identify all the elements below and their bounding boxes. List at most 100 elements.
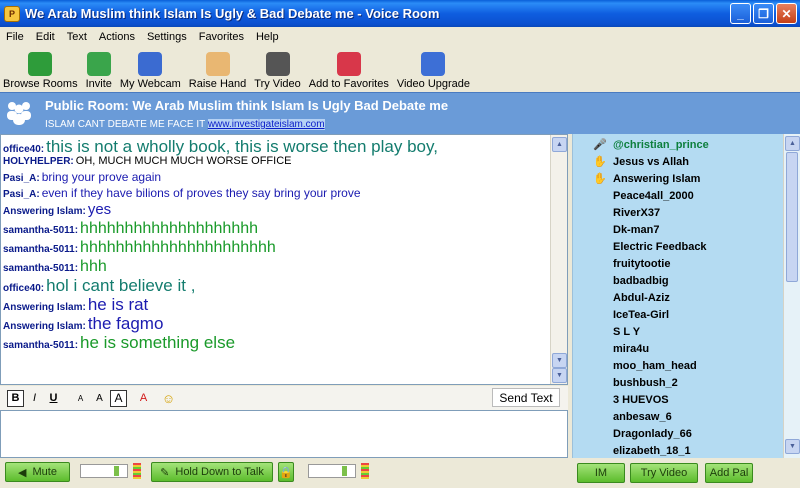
chat-username[interactable]: samantha-5011: bbox=[3, 244, 78, 255]
try-video-button[interactable]: Try Video bbox=[630, 463, 698, 483]
message-input[interactable] bbox=[0, 410, 568, 458]
chat-username[interactable]: HOLYHELPER: bbox=[3, 156, 74, 167]
user-list-item[interactable]: fruitytootie bbox=[573, 255, 783, 272]
text-color-button[interactable]: A bbox=[135, 390, 152, 407]
add-pal-button[interactable]: Add Pal bbox=[705, 463, 753, 483]
user-list-item[interactable]: RiverX37 bbox=[573, 204, 783, 221]
toolbar-add-to-favorites-button[interactable]: Add to Favorites bbox=[309, 52, 389, 92]
user-list-item[interactable]: Peace4all_2000 bbox=[573, 187, 783, 204]
user-name: IceTea-Girl bbox=[613, 308, 670, 321]
user-list-item[interactable]: Electric Feedback bbox=[573, 238, 783, 255]
user-list-item[interactable]: badbadbig bbox=[573, 272, 783, 289]
user-name: moo_ham_head bbox=[613, 359, 697, 372]
user-list: 🎤 @christian_prince ✋ Jesus vs Allah ✋ Answer… bbox=[573, 136, 783, 459]
bottom-bar: ◀ Mute ✎ Hold Down to Talk 🔒 IM Try Vide… bbox=[0, 458, 800, 488]
chat-text: he is something else bbox=[80, 333, 236, 352]
user-scroll-down-icon[interactable]: ▼ bbox=[785, 439, 800, 454]
im-button[interactable]: IM bbox=[577, 463, 625, 483]
mute-button[interactable]: ◀ Mute bbox=[5, 462, 70, 482]
chat-username[interactable]: Pasi_A: bbox=[3, 189, 40, 200]
toolbar-try-video-button[interactable]: Try Video bbox=[254, 52, 301, 92]
user-scroll-thumb[interactable] bbox=[786, 152, 798, 282]
scroll-down-alt-icon[interactable]: ▼ bbox=[552, 353, 567, 368]
toolbar-label: My Webcam bbox=[119, 78, 181, 90]
menu-file[interactable]: File bbox=[0, 31, 30, 43]
mic-slider[interactable] bbox=[308, 464, 356, 478]
chat-username[interactable]: Answering Islam: bbox=[3, 206, 86, 217]
user-scroll-up-icon[interactable]: ▲ bbox=[785, 136, 800, 151]
chat-username[interactable]: Answering Islam: bbox=[3, 302, 86, 313]
chat-username[interactable]: Pasi_A: bbox=[3, 173, 40, 184]
user-list-item[interactable]: anbesaw_6 bbox=[573, 408, 783, 425]
font-small-button[interactable]: A bbox=[72, 390, 89, 407]
people-icon bbox=[28, 52, 53, 76]
menu-text[interactable]: Text bbox=[61, 31, 93, 43]
toolbar-video-upgrade-button[interactable]: Video Upgrade bbox=[397, 52, 470, 92]
user-list-item[interactable]: 🎤 @christian_prince bbox=[573, 136, 783, 153]
user-list-item[interactable]: Abdul-Aziz bbox=[573, 289, 783, 306]
mic-knob[interactable] bbox=[342, 466, 347, 476]
toolbar-invite-button[interactable]: Invite bbox=[86, 52, 112, 92]
chat-message: Answering Islam: yes bbox=[3, 202, 548, 221]
menu-help[interactable]: Help bbox=[250, 31, 285, 43]
volume-knob[interactable] bbox=[114, 466, 119, 476]
toolbar-browse-rooms-button[interactable]: Browse Rooms bbox=[3, 52, 78, 92]
maximize-button[interactable]: ❐ bbox=[753, 3, 774, 24]
user-list-item[interactable]: 3 HUEVOS bbox=[573, 391, 783, 408]
user-list-item[interactable]: Dk-man7 bbox=[573, 221, 783, 238]
user-list-item[interactable]: ✋ Answering Islam bbox=[573, 170, 783, 187]
menu-settings[interactable]: Settings bbox=[141, 31, 193, 43]
user-list-scrollbar[interactable]: ▲ ▼ bbox=[783, 134, 800, 458]
lock-icon: 🔒 bbox=[279, 466, 293, 479]
chat-text: OH, MUCH MUCH MUCH WORSE OFFICE bbox=[75, 155, 292, 167]
user-list-item[interactable]: mira4u bbox=[573, 340, 783, 357]
send-text-button[interactable]: Send Text bbox=[492, 388, 560, 407]
minimize-button[interactable]: _ bbox=[730, 3, 751, 24]
underline-button[interactable]: U bbox=[45, 390, 62, 407]
user-list-item[interactable]: elizabeth_18_1 bbox=[573, 442, 783, 459]
close-button[interactable]: ✕ bbox=[776, 3, 797, 24]
toolbar-my-webcam-button[interactable]: My Webcam bbox=[120, 52, 181, 92]
user-list-item[interactable]: bushbush_2 bbox=[573, 374, 783, 391]
format-toolbar: B I U A A A A ☺ Send Text bbox=[0, 386, 568, 410]
room-link[interactable]: www.investigateislam.com bbox=[207, 119, 325, 130]
user-list-item[interactable]: Dragonlady_66 bbox=[573, 425, 783, 442]
scroll-up-icon[interactable]: ▲ bbox=[552, 137, 567, 152]
user-list-item[interactable]: moo_ham_head bbox=[573, 357, 783, 374]
user-name: Peace4all_2000 bbox=[613, 189, 694, 202]
font-large-button[interactable]: A bbox=[110, 389, 127, 407]
user-list-item[interactable]: IceTea-Girl bbox=[573, 306, 783, 323]
user-name: Abdul-Aziz bbox=[613, 291, 670, 304]
user-list-item[interactable]: S L Y bbox=[573, 323, 783, 340]
menu-actions[interactable]: Actions bbox=[93, 31, 141, 43]
room-title: Public Room: We Arab Muslim think Islam … bbox=[45, 98, 449, 113]
volume-slider[interactable] bbox=[80, 464, 128, 478]
chat-username[interactable]: samantha-5011: bbox=[3, 340, 78, 351]
chat-username[interactable]: Answering Islam: bbox=[3, 321, 86, 332]
font-medium-button[interactable]: A bbox=[91, 390, 108, 407]
chat-log[interactable]: office40: this is not a wholly book, this… bbox=[0, 134, 568, 385]
hold-to-talk-button[interactable]: ✎ Hold Down to Talk bbox=[151, 462, 273, 482]
chat-username[interactable]: office40: bbox=[3, 283, 44, 294]
user-name: badbadbig bbox=[613, 274, 669, 287]
microphone-icon: 🎤 bbox=[593, 139, 607, 151]
user-name: Jesus vs Allah bbox=[613, 155, 690, 168]
user-name: mira4u bbox=[613, 342, 650, 355]
chat-username[interactable]: samantha-5011: bbox=[3, 225, 78, 236]
bold-button[interactable]: B bbox=[7, 389, 24, 407]
toolbar-raise-hand-button[interactable]: Raise Hand bbox=[189, 52, 246, 92]
chat-message: samantha-5011: he is something else bbox=[3, 333, 548, 354]
emoticon-icon[interactable]: ☺ bbox=[160, 390, 177, 407]
menu-favorites[interactable]: Favorites bbox=[193, 31, 250, 43]
menu-edit[interactable]: Edit bbox=[30, 31, 61, 43]
group-icon bbox=[4, 98, 34, 126]
italic-button[interactable]: I bbox=[26, 390, 43, 407]
toolbar-label: Raise Hand bbox=[188, 78, 247, 90]
user-list-item[interactable]: ✋ Jesus vs Allah bbox=[573, 153, 783, 170]
scroll-down-icon[interactable]: ▼ bbox=[552, 368, 567, 383]
chat-username[interactable]: samantha-5011: bbox=[3, 263, 78, 274]
lock-button[interactable]: 🔒 bbox=[278, 462, 294, 482]
chat-scrollbar[interactable]: ▲ ▼ ▼ bbox=[550, 135, 567, 384]
room-subtitle-text: ISLAM CANT DEBATE ME FACE IT bbox=[45, 119, 206, 130]
toolbar-label: Invite bbox=[85, 78, 112, 90]
